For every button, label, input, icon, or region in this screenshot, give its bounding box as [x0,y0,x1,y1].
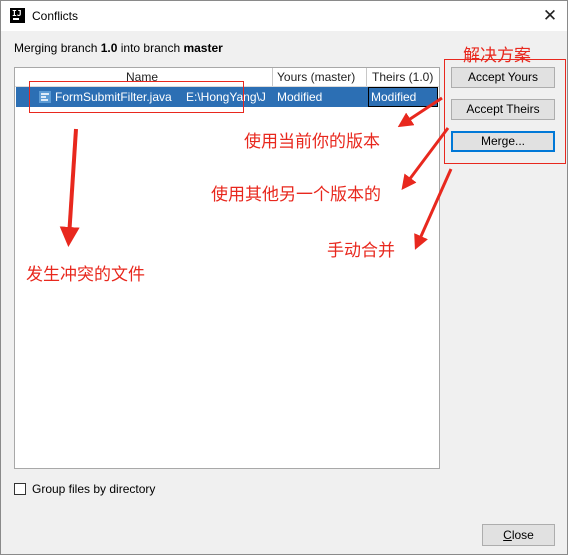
arrow-to-conflicted-files [59,128,80,247]
conflicts-dialog: IJ Conflicts ✕ Merging branch 1.0 into b… [0,0,568,555]
arrow-to-use-current [397,96,443,128]
annotation-use-other: 使用其他另一个版本的 [211,185,381,204]
arrow-to-manual-merge [414,168,453,250]
annotation-solutions: 解决方案 [463,46,531,65]
annotation-use-current: 使用当前你的版本 [244,132,380,151]
annotation-manual-merge: 手动合并 [327,241,395,260]
annotation-conflicted-files: 发生冲突的文件 [26,265,145,284]
arrow-to-use-other [401,127,450,190]
